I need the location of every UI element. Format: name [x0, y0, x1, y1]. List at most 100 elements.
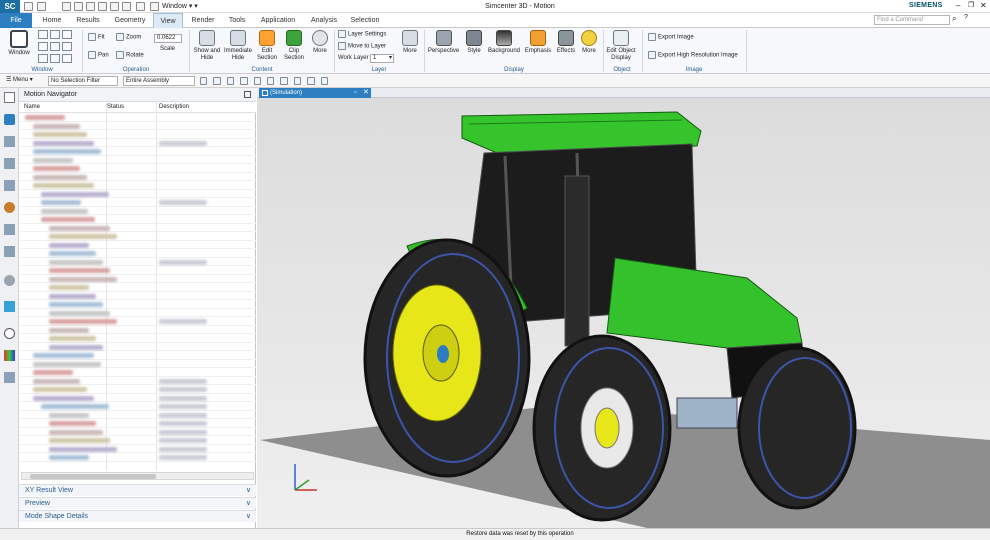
table-row[interactable]	[19, 266, 256, 275]
snap-mid-icon[interactable]	[267, 77, 275, 85]
tab-tools[interactable]: Tools	[223, 13, 251, 28]
constraint-navigator-icon[interactable]	[4, 158, 15, 169]
snap-intersect-icon[interactable]	[307, 77, 315, 85]
table-row[interactable]	[19, 445, 256, 453]
snap-point-icon[interactable]	[240, 77, 248, 85]
export-image-button[interactable]: Export Image	[648, 33, 694, 43]
edit-object-display-button[interactable]: Edit Object Display	[605, 30, 637, 62]
paste-icon[interactable]	[86, 2, 95, 11]
table-row[interactable]	[19, 156, 256, 164]
table-row[interactable]	[19, 394, 256, 402]
work-layer-select[interactable]: 1 ▾	[370, 54, 394, 63]
mode-shape-details-panel[interactable]: Mode Shape Details ∨	[19, 510, 256, 522]
snap-grid-icon[interactable]	[320, 77, 329, 85]
table-row[interactable]	[19, 419, 256, 428]
tractor-model[interactable]	[257, 98, 990, 528]
table-row[interactable]	[19, 292, 256, 300]
window-menu-icon[interactable]	[150, 2, 159, 11]
process-studio-icon[interactable]	[4, 372, 15, 383]
table-row[interactable]	[19, 181, 256, 190]
table-row[interactable]	[19, 113, 256, 122]
document-close-icon[interactable]: ✕	[363, 88, 369, 98]
rotate-button[interactable]: Rotate	[116, 51, 144, 61]
table-row[interactable]	[19, 343, 256, 351]
scrollbar-thumb[interactable]	[30, 474, 156, 479]
table-row[interactable]	[19, 249, 256, 258]
layer-settings-button[interactable]: Layer Settings	[338, 30, 386, 40]
table-row[interactable]	[19, 377, 256, 385]
table-row[interactable]	[19, 428, 256, 436]
table-row[interactable]	[19, 147, 256, 156]
minimize-icon[interactable]: –	[956, 0, 960, 12]
content-more-button[interactable]: More	[308, 30, 332, 55]
table-row[interactable]	[19, 173, 256, 181]
selection-scope-select[interactable]: Entire Assembly	[123, 76, 195, 86]
selection-filter-select[interactable]: No Selection Filter	[48, 76, 118, 86]
fit-button[interactable]: Fit	[88, 33, 105, 43]
restore-icon[interactable]: ❐	[968, 0, 974, 12]
perspective-button[interactable]: Perspective	[427, 30, 460, 55]
snap-quadrant-icon[interactable]	[293, 77, 302, 85]
web-browser-icon[interactable]	[4, 275, 15, 286]
background-button[interactable]: Background	[487, 30, 521, 55]
history-icon[interactable]	[4, 224, 15, 235]
table-row[interactable]	[19, 334, 256, 343]
column-name[interactable]: Name	[24, 104, 40, 110]
preview-panel[interactable]: Preview ∨	[19, 497, 256, 509]
motion-navigator-icon[interactable]	[4, 114, 15, 125]
show-and-hide-button[interactable]: Show and Hide	[192, 30, 222, 62]
select-all-icon[interactable]	[213, 77, 221, 85]
table-row[interactable]	[19, 198, 256, 207]
snap-end-icon[interactable]	[253, 77, 262, 85]
table-row[interactable]	[19, 317, 256, 326]
move-to-layer-button[interactable]: Move to Layer	[338, 42, 386, 52]
command-finder-input[interactable]: Find a Command	[874, 15, 950, 25]
clip-section-button[interactable]: Clip Section	[281, 30, 307, 62]
tab-view[interactable]: View	[153, 13, 183, 28]
search-icon[interactable]: ⌕	[952, 14, 956, 24]
table-row[interactable]	[19, 241, 256, 249]
table-row[interactable]	[19, 130, 256, 139]
assembly-navigator-icon[interactable]	[4, 136, 15, 147]
tab-render[interactable]: Render	[186, 13, 220, 28]
zoom-button[interactable]: Zoom	[116, 33, 141, 43]
tab-application[interactable]: Application	[255, 13, 301, 28]
tab-home[interactable]: Home	[36, 13, 68, 28]
table-row[interactable]	[19, 224, 256, 232]
tab-geometry[interactable]: Geometry	[109, 13, 151, 28]
display-more-button[interactable]: More	[579, 30, 599, 55]
immediate-hide-button[interactable]: Immediate Hide	[222, 30, 254, 62]
style-button[interactable]: Style	[462, 30, 486, 55]
window-menu[interactable]: Window ▾ ▾	[162, 1, 198, 12]
maximize-panel-icon[interactable]	[244, 91, 251, 98]
document-restore-icon[interactable]: ▫	[354, 88, 356, 98]
table-row[interactable]	[19, 139, 256, 147]
tab-file[interactable]: File	[0, 13, 32, 28]
window-button[interactable]: Window	[4, 30, 34, 57]
table-row[interactable]	[19, 436, 256, 445]
close-icon[interactable]: ✕	[980, 0, 987, 12]
tab-analysis[interactable]: Analysis	[306, 13, 342, 28]
navigator-horizontal-scrollbar[interactable]	[21, 472, 254, 480]
deselect-icon[interactable]	[226, 77, 235, 85]
table-row[interactable]	[19, 368, 256, 377]
table-row[interactable]	[19, 326, 256, 334]
table-row[interactable]	[19, 360, 256, 368]
tab-selection[interactable]: Selection	[346, 13, 384, 28]
system-materials-icon[interactable]	[4, 246, 15, 257]
layer-more-button[interactable]: More	[398, 30, 422, 55]
table-row[interactable]	[19, 411, 256, 419]
table-row[interactable]	[19, 122, 256, 130]
repeat-command-icon[interactable]	[98, 2, 107, 11]
menu-button[interactable]: ☰ Menu ▾	[6, 76, 33, 85]
window-layout-grid[interactable]	[38, 30, 78, 64]
palette-icon[interactable]	[4, 301, 15, 312]
redo-icon[interactable]	[110, 2, 119, 11]
xy-result-view-panel[interactable]: XY Result View ∨	[19, 484, 256, 496]
table-row[interactable]	[19, 215, 256, 224]
emphasis-button[interactable]: Emphasis	[523, 30, 553, 55]
pan-button[interactable]: Pan	[88, 51, 109, 61]
scale-input[interactable]: 0.0622	[154, 34, 182, 43]
cut-icon[interactable]	[62, 2, 71, 11]
table-row[interactable]	[19, 232, 256, 241]
